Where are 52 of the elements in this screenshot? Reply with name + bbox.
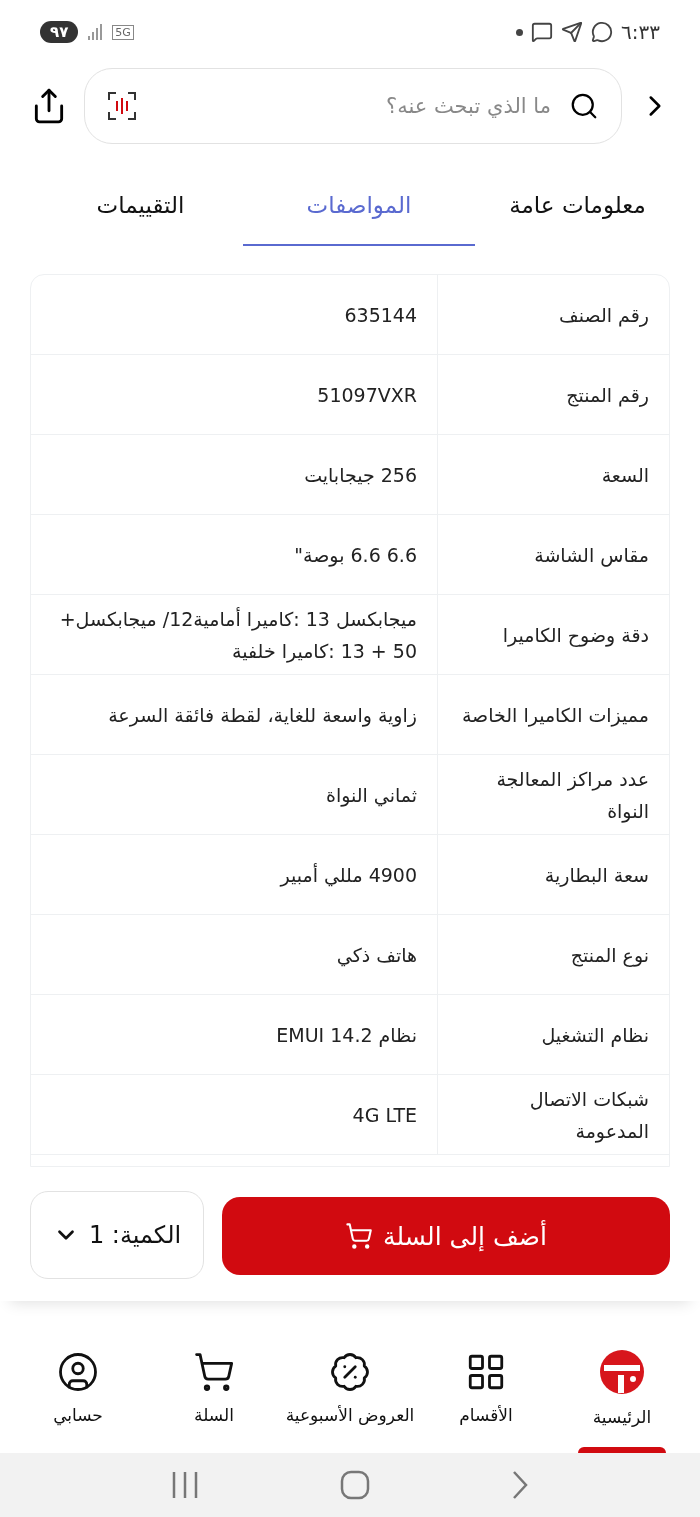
spec-value: ثماني النواة (324, 782, 418, 809)
spec-value: نظام EMUI 14.2 (275, 1022, 418, 1049)
spec-value: زاوية واسعة للغاية، لقطة فائقة السرعة (107, 702, 418, 729)
search-field[interactable]: ما الذي تبحث عنه؟ (153, 93, 553, 119)
spec-value: 4G LTE (351, 1102, 418, 1128)
spec-value: 51097VXR (316, 382, 418, 408)
cart-icon (345, 1222, 374, 1250)
spec-name: عدد مراكز المعالجة النواة (437, 755, 669, 834)
spec-value: هاتف ذكي (335, 942, 418, 969)
nav-item[interactable]: حسابي (10, 1323, 146, 1453)
home-nav-icon[interactable] (340, 1470, 370, 1500)
tab[interactable]: معلومات عامة (475, 166, 680, 246)
spec-value: 256 جيجابايت (303, 462, 418, 488)
chat-icon (591, 21, 614, 43)
back-nav-icon[interactable] (511, 1470, 530, 1500)
notification-dot (516, 28, 524, 36)
paper-plane-icon (561, 21, 584, 43)
user-icon (57, 1351, 99, 1393)
cart-icon (193, 1351, 235, 1393)
spec-name: نوع المنتج (437, 915, 669, 994)
tab[interactable]: التقييمات (38, 166, 243, 246)
recents-nav-icon[interactable] (170, 1471, 199, 1499)
search-icon (569, 91, 599, 121)
spec-name: رقم الصنف (437, 275, 669, 354)
message-icon (531, 21, 554, 43)
spec-name: رقم المنتج (437, 355, 669, 434)
spec-name: شبكات الاتصال المدعومة (437, 1075, 669, 1154)
spec-name: سعة البطارية (437, 835, 669, 914)
network-type: 5G (112, 24, 134, 40)
clock: ٦:٣٣ (621, 20, 660, 44)
search-bar[interactable]: ما الذي تبحث عنه؟ (84, 68, 622, 144)
spec-value: 635144 (343, 302, 418, 328)
nav-item[interactable]: الرئيسية (554, 1323, 690, 1453)
spec-name: السعة (437, 435, 669, 514)
spec-value: 6.6 6.6 بوصة" (293, 542, 418, 569)
tab[interactable]: المواصفات (243, 166, 475, 246)
add-to-cart-button[interactable]: أضف إلى السلة (222, 1197, 670, 1275)
spec-name: مقاس الشاشة (437, 515, 669, 594)
spec-name: مميزات الكاميرا الخاصة (437, 675, 669, 754)
nav-item[interactable]: العروض الأسبوعية (282, 1323, 418, 1453)
nav-item[interactable]: السلة (146, 1323, 282, 1453)
percent-badge-icon (329, 1351, 371, 1393)
nav-item[interactable]: الأقسام (418, 1323, 554, 1453)
signal-icon (86, 24, 105, 40)
spec-name: نظام التشغيل (437, 995, 669, 1074)
logo-icon (599, 1349, 645, 1395)
spec-value: ميجابكسل 13 :كاميرا أمامية12/ ميجابكسل+ 50 + 13 :كاميرا خلفية (58, 606, 418, 665)
quantity-dropdown[interactable]: الكمية: 1 (30, 1191, 204, 1279)
spec-name: دقة وضوح الكاميرا (437, 595, 669, 674)
spec-value: 4900 مللي أمبير (278, 862, 418, 889)
battery-level: ٩٧ (40, 21, 79, 43)
scan-icon[interactable] (107, 91, 137, 121)
